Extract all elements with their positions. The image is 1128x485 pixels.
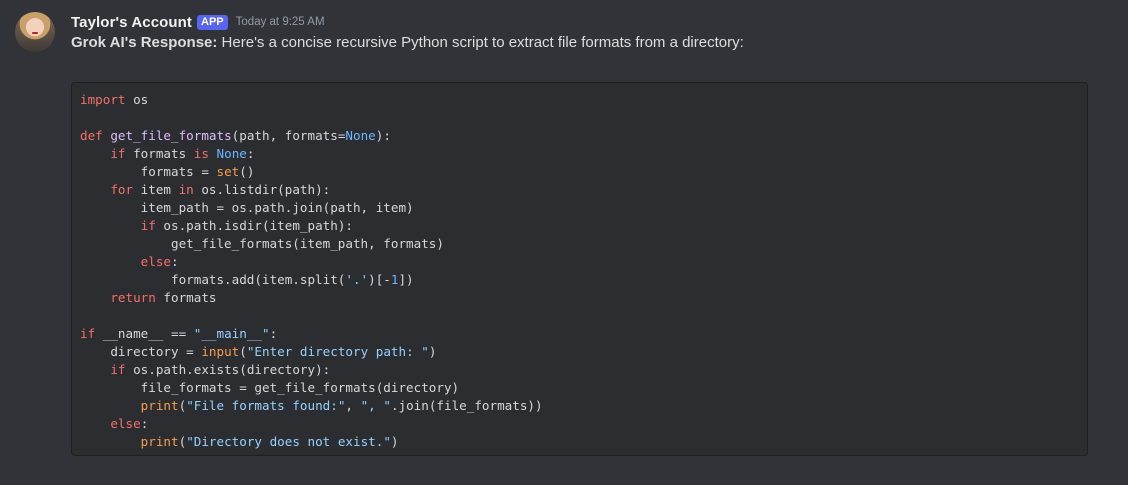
code-token: set	[216, 164, 240, 179]
code-line: item_path = os.path.join(path, item)	[80, 199, 543, 217]
code-token: is	[193, 146, 209, 161]
code-line: formats.add(item.split('.')[-1])	[80, 271, 543, 289]
code-token: input	[201, 344, 240, 359]
code-token: if	[80, 326, 96, 341]
code-token: os.path.isdir(item_path):	[155, 218, 353, 233]
code-block[interactable]: import os def get_file_formats(path, form…	[71, 82, 1088, 456]
code-token: formats.add(item.split(	[80, 272, 346, 287]
code-token: item	[133, 182, 179, 197]
code-token: None	[216, 146, 247, 161]
code-token: "Enter directory path: "	[246, 344, 429, 359]
code-token: :	[140, 416, 149, 431]
code-token: )	[390, 434, 399, 449]
code-line: return formats	[80, 289, 543, 307]
code-line: import os	[80, 91, 543, 109]
app-badge: APP	[197, 14, 228, 30]
code-token: ,	[345, 398, 361, 413]
message-content: Grok AI's Response: Here's a concise rec…	[71, 34, 744, 51]
code-token: None	[345, 128, 376, 143]
code-token: .join(file_formats))	[390, 398, 543, 413]
code-token: :	[246, 146, 255, 161]
code-token: print	[140, 398, 179, 413]
code-token: if	[140, 218, 156, 233]
code-token: formats	[155, 290, 217, 305]
code-line: print("Directory does not exist.")	[80, 433, 543, 451]
code-token: (path, formats=	[231, 128, 346, 143]
code-token: "__main__"	[193, 326, 270, 341]
code-line: else:	[80, 253, 543, 271]
avatar-detail	[32, 32, 38, 34]
code-line: get_file_formats(item_path, formats)	[80, 235, 543, 253]
code-token: print	[140, 434, 179, 449]
code-token: formats =	[80, 164, 217, 179]
code-token: :	[171, 254, 179, 269]
code-token: else	[140, 254, 172, 269]
code-token: __name__ ==	[95, 326, 194, 341]
code-line: formats = set()	[80, 163, 543, 181]
chat-message: Taylor's Account APP Today at 9:25 AM Gr…	[0, 0, 1128, 485]
code-token: ])	[398, 272, 414, 287]
message-header: Taylor's Account APP Today at 9:25 AM	[71, 12, 325, 32]
code-line: if os.path.exists(directory):	[80, 361, 543, 379]
code-line: file_formats = get_file_formats(director…	[80, 379, 543, 397]
code-line: print("File formats found:", ", ".join(f…	[80, 397, 543, 415]
code-token: ()	[239, 164, 255, 179]
user-avatar[interactable]	[15, 12, 55, 52]
code-token: ):	[375, 128, 391, 143]
code-token: "Directory does not exist."	[186, 434, 391, 449]
message-bold-prefix: Grok AI's Response:	[71, 34, 218, 51]
code-token: os.listdir(path):	[193, 182, 331, 197]
code-content: import os def get_file_formats(path, form…	[80, 91, 543, 451]
code-token: )	[428, 344, 437, 359]
code-token: :	[269, 326, 278, 341]
code-line: if formats is None:	[80, 145, 543, 163]
code-line: if __name__ == "__main__":	[80, 325, 543, 343]
code-token: else	[110, 416, 141, 431]
code-token: import	[80, 92, 126, 107]
code-token: get_file_formats(item_path, formats)	[80, 236, 444, 251]
code-token: def	[80, 128, 103, 143]
code-line: if os.path.isdir(item_path):	[80, 217, 543, 235]
code-token: formats	[125, 146, 194, 161]
code-token: "File formats found:"	[186, 398, 346, 413]
code-token: return	[110, 290, 156, 305]
code-token: os.path.exists(directory):	[125, 362, 331, 377]
code-line: else:	[80, 415, 543, 433]
code-token: )[-	[368, 272, 391, 287]
code-token: file_formats = get_file_formats(director…	[80, 380, 460, 395]
username[interactable]: Taylor's Account	[71, 14, 192, 31]
code-line: directory = input("Enter directory path:…	[80, 343, 543, 361]
code-token: in	[178, 182, 194, 197]
code-token: directory =	[80, 344, 202, 359]
code-token: if	[110, 362, 126, 377]
code-token: if	[110, 146, 126, 161]
code-token: get_file_formats	[110, 128, 232, 143]
code-token: '.'	[345, 272, 369, 287]
code-line: def get_file_formats(path, formats=None)…	[80, 127, 543, 145]
code-token: (	[239, 344, 247, 359]
code-token: os	[125, 92, 149, 107]
code-token: ", "	[360, 398, 391, 413]
message-timestamp[interactable]: Today at 9:25 AM	[236, 16, 325, 28]
code-token: item_path = os.path.join(path, item)	[80, 200, 414, 215]
message-body: Here's a concise recursive Python script…	[217, 34, 744, 51]
code-line: for item in os.listdir(path):	[80, 181, 543, 199]
code-token: for	[110, 182, 134, 197]
